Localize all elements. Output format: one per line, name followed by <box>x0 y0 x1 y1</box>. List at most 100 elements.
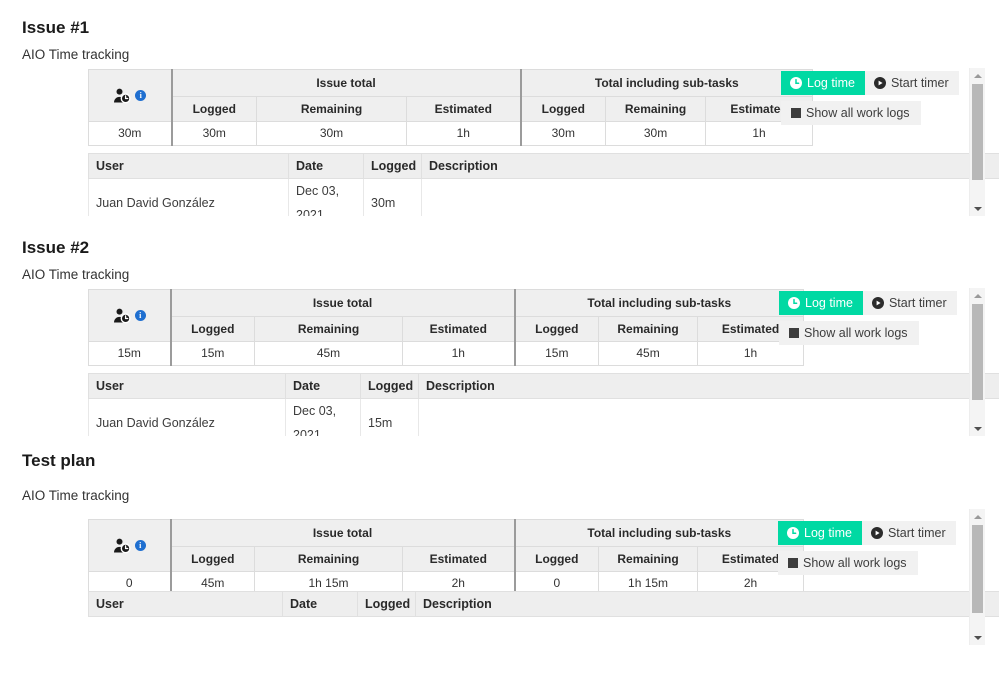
group-header-total-subtasks: Total including sub-tasks <box>513 519 805 547</box>
log-time-label: Log time <box>804 526 852 540</box>
show-all-work-logs-label: Show all work logs <box>804 326 908 340</box>
worklog-col-date: Date <box>285 373 361 399</box>
worklog-description <box>421 178 999 216</box>
scroll-viewport: i Issue total Total including sub-tasks … <box>44 288 999 436</box>
scrollbar-thumb[interactable] <box>972 304 983 400</box>
issue-section-1: Issue #1 AIO Time tracking i Issue total… <box>0 0 999 230</box>
worklog-logged: 30m <box>363 178 422 216</box>
scroll-down-button[interactable] <box>970 201 985 216</box>
log-time-button[interactable]: Log time <box>779 291 863 315</box>
col-sub-logged: Logged <box>513 546 600 572</box>
play-icon <box>871 297 884 309</box>
group-header-total-subtasks: Total including sub-tasks <box>519 69 814 97</box>
table-row[interactable]: Juan David González Dec 03, 2021 15m <box>88 398 999 436</box>
chevron-down-icon <box>973 206 982 211</box>
group-header-total-subtasks: Total including sub-tasks <box>513 289 805 317</box>
worklog-description <box>418 398 999 436</box>
worklog-col-date: Date <box>288 153 364 179</box>
value-sub-logged: 30m <box>519 121 607 146</box>
log-time-button[interactable]: Log time <box>781 71 865 95</box>
col-issue-logged: Logged <box>171 96 257 122</box>
value-issue-logged: 30m <box>171 121 257 146</box>
scroll-viewport: i Issue total Total including sub-tasks … <box>44 509 999 645</box>
worklog-col-description: Description <box>421 153 999 179</box>
table-row[interactable]: Juan David González Dec 03, 2021 30m <box>88 178 999 216</box>
person-clock-icon <box>113 308 132 324</box>
value-issue-remaining: 30m <box>256 121 407 146</box>
start-timer-button[interactable]: Start timer <box>862 291 957 315</box>
col-sub-remaining: Remaining <box>598 546 699 572</box>
scroll-down-button[interactable] <box>970 630 985 645</box>
scrollbar[interactable] <box>969 68 985 216</box>
worklog-col-date: Date <box>282 591 358 617</box>
action-buttons: Log time Start timer Show all work logs <box>778 521 956 581</box>
person-clock-icon <box>113 88 132 104</box>
timer-button-group: Log time Start timer <box>781 71 959 95</box>
panel-title: AIO Time tracking <box>22 267 130 282</box>
action-buttons: Log time Start timer Show all work logs <box>781 71 959 131</box>
info-icon[interactable]: i <box>135 90 147 101</box>
show-all-work-logs-label: Show all work logs <box>803 556 907 570</box>
value-issue-estimated: 1h <box>401 341 516 366</box>
play-icon <box>873 77 886 89</box>
totals-table: i Issue total Total including sub-tasks … <box>88 519 805 596</box>
square-icon <box>789 328 799 338</box>
play-icon <box>870 527 883 539</box>
scroll-up-button[interactable] <box>970 68 985 83</box>
group-header-issue-total: Issue total <box>170 69 522 97</box>
worklog-table: User Date Logged Description Juan David … <box>88 373 999 436</box>
totals-row: 30m 30m 30m 1h 30m 30m 1h <box>88 121 814 146</box>
show-logs-button-group: Show all work logs <box>778 551 918 575</box>
worklog-col-user: User <box>88 153 289 179</box>
info-icon[interactable]: i <box>134 310 146 321</box>
page-title: Issue #2 <box>22 238 90 257</box>
issue-section-2: Issue #2 AIO Time tracking i Issue total… <box>0 220 999 450</box>
col-issue-logged: Logged <box>170 546 255 572</box>
worklog-col-logged: Logged <box>360 373 419 399</box>
info-icon[interactable]: i <box>134 540 146 551</box>
page-title: Test plan <box>22 451 96 470</box>
worklog-col-user: User <box>88 373 286 399</box>
value-sub-logged: 15m <box>513 341 600 366</box>
log-time-button[interactable]: Log time <box>778 521 862 545</box>
chevron-down-icon <box>973 426 982 431</box>
chevron-down-icon <box>973 635 982 640</box>
chevron-up-icon <box>973 293 982 298</box>
start-timer-button[interactable]: Start timer <box>864 71 959 95</box>
show-all-work-logs-button[interactable]: Show all work logs <box>779 321 919 345</box>
col-issue-remaining: Remaining <box>254 546 403 572</box>
col-issue-remaining: Remaining <box>256 96 407 122</box>
worklog-user: Juan David González <box>88 178 289 216</box>
scroll-up-button[interactable] <box>970 288 985 303</box>
show-all-work-logs-button[interactable]: Show all work logs <box>781 101 921 125</box>
scrollbar[interactable] <box>969 288 985 436</box>
col-sub-remaining: Remaining <box>598 316 699 342</box>
show-all-work-logs-label: Show all work logs <box>806 106 910 120</box>
worklog-table: User Date Logged Description <box>88 591 999 617</box>
show-logs-button-group: Show all work logs <box>779 321 919 345</box>
group-header-issue-total: Issue total <box>169 519 516 547</box>
scrollbar[interactable] <box>969 509 985 645</box>
worklog-col-description: Description <box>415 591 999 617</box>
person-clock-icon <box>113 538 132 554</box>
own-time-header: i <box>88 289 172 342</box>
chevron-up-icon <box>973 514 982 519</box>
scrollbar-thumb[interactable] <box>972 84 983 180</box>
value-own-logged: 15m <box>88 341 172 366</box>
totals-table: i Issue total Total including sub-tasks … <box>88 289 805 366</box>
scroll-up-button[interactable] <box>970 509 985 524</box>
col-issue-estimated: Estimated <box>405 96 522 122</box>
worklog-user: Juan David González <box>88 398 286 436</box>
worklog-header-row: User Date Logged Description <box>88 153 999 179</box>
own-time-header: i <box>88 69 173 122</box>
worklog-table: User Date Logged Description Juan David … <box>88 153 999 216</box>
col-issue-remaining: Remaining <box>254 316 403 342</box>
show-all-work-logs-button[interactable]: Show all work logs <box>778 551 918 575</box>
worklog-col-logged: Logged <box>357 591 416 617</box>
scrollbar-thumb[interactable] <box>972 525 983 613</box>
worklog-col-description: Description <box>418 373 999 399</box>
start-timer-button[interactable]: Start timer <box>861 521 956 545</box>
scroll-viewport: i Issue total Total including sub-tasks … <box>44 68 999 216</box>
clock-icon <box>788 297 800 309</box>
worklog-header-row: User Date Logged Description <box>88 373 999 399</box>
